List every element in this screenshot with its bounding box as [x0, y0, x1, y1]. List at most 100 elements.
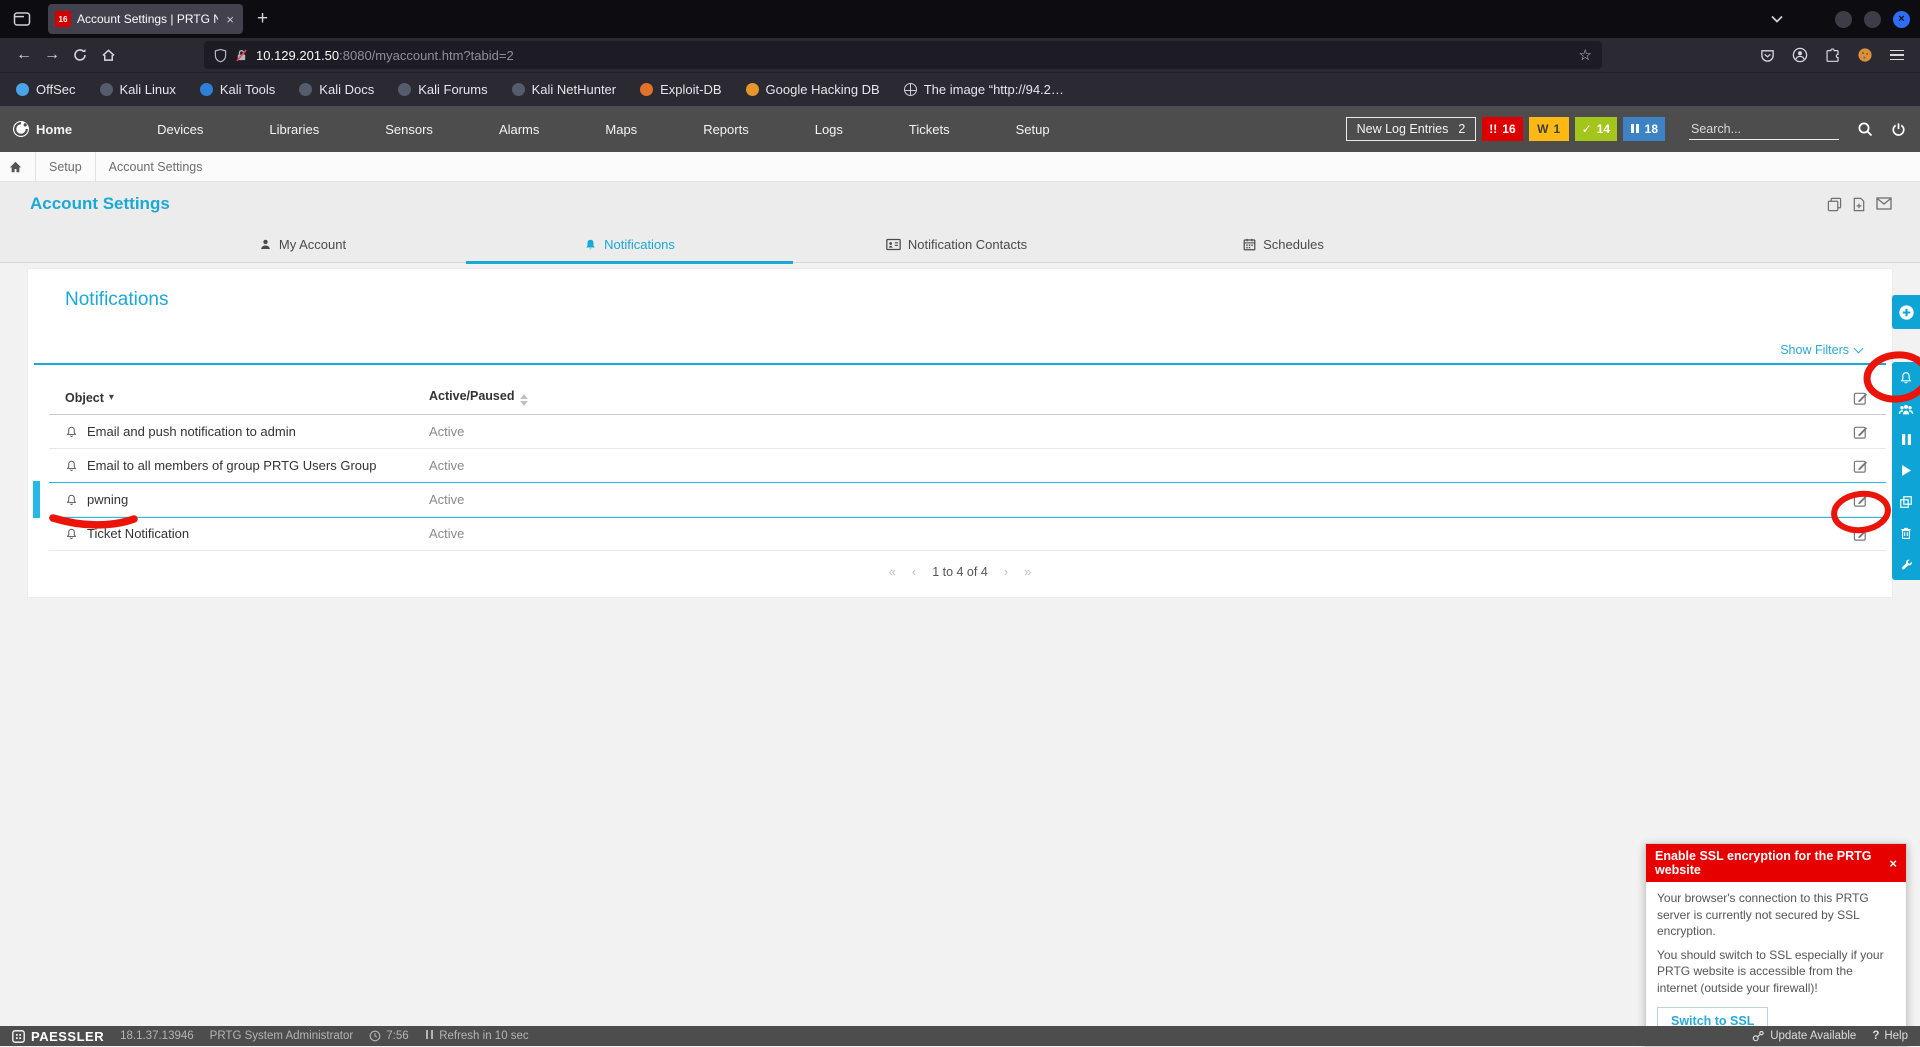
url-bar[interactable]: 10.129.201.50:8080/myaccount.htm?tabid=2…	[204, 41, 1602, 69]
version-label: 18.1.37.13946	[120, 1030, 194, 1042]
notification-name[interactable]: Email and push notification to admin	[87, 424, 296, 439]
pause-refresh-icon[interactable]	[425, 1030, 435, 1042]
nav-tickets[interactable]: Tickets	[876, 122, 983, 137]
search-box[interactable]	[1689, 119, 1839, 140]
nav-logs[interactable]: Logs	[782, 122, 876, 137]
new-log-entries-button[interactable]: New Log Entries2	[1346, 117, 1477, 141]
search-icon[interactable]	[1857, 121, 1873, 137]
column-active-paused[interactable]: Active/Paused	[429, 389, 528, 406]
notifications-bell-icon[interactable]	[1899, 371, 1913, 385]
paused-badge[interactable]: 18	[1623, 117, 1665, 141]
edit-icon[interactable]	[1853, 526, 1868, 541]
notification-name[interactable]: pwning	[87, 492, 128, 507]
nav-maps[interactable]: Maps	[572, 122, 670, 137]
server-time: 7:56	[369, 1030, 408, 1042]
list-all-tabs-icon[interactable]	[1771, 15, 1783, 23]
show-filters-link[interactable]: Show Filters	[1780, 343, 1862, 357]
accent-divider	[34, 363, 1886, 365]
play-icon[interactable]	[1901, 464, 1912, 477]
add-notification-button[interactable]	[1892, 295, 1920, 329]
bookmark-kali-forums[interactable]: Kali Forums	[398, 82, 487, 97]
bell-icon	[65, 527, 78, 541]
nav-home[interactable]: Home	[12, 120, 72, 138]
account-icon[interactable]	[1792, 47, 1808, 63]
nav-reports[interactable]: Reports	[670, 122, 782, 137]
paessler-logo[interactable]: PAESSLER	[12, 1029, 104, 1044]
bookmark-kali-docs[interactable]: Kali Docs	[299, 82, 374, 97]
logout-power-icon[interactable]	[1891, 122, 1906, 137]
nav-alarms[interactable]: Alarms	[466, 122, 572, 137]
bookmark-offsec[interactable]: OffSec	[16, 82, 76, 97]
delete-trash-icon[interactable]	[1900, 526, 1912, 540]
edit-icon[interactable]	[1853, 492, 1868, 507]
forward-icon[interactable]: →	[38, 41, 66, 69]
insecure-lock-icon[interactable]	[235, 48, 248, 63]
maximize-button[interactable]	[1864, 11, 1881, 28]
nav-libraries[interactable]: Libraries	[236, 122, 352, 137]
warnings-badge[interactable]: W 1	[1529, 117, 1569, 141]
edit-icon[interactable]	[1853, 458, 1868, 473]
ok-badge[interactable]: ✓ 14	[1575, 117, 1617, 141]
first-page-button[interactable]: «	[889, 564, 896, 579]
help-link[interactable]: ? Help	[1872, 1030, 1908, 1042]
bookmark-star-icon[interactable]: ☆	[1579, 46, 1592, 64]
tab-my-account[interactable]: My Account	[139, 226, 466, 263]
bookmark-kali-tools[interactable]: Kali Tools	[200, 82, 275, 97]
extensions-puzzle-icon[interactable]	[1825, 48, 1840, 63]
bookmark-google-hacking-db[interactable]: Google Hacking DB	[746, 82, 880, 97]
close-window-button[interactable]: ×	[1893, 11, 1910, 28]
back-icon[interactable]: ←	[10, 41, 38, 69]
column-object[interactable]: Object	[65, 391, 104, 405]
notification-name[interactable]: Email to all members of group PRTG Users…	[87, 458, 376, 473]
table-row[interactable]: Email to all members of group PRTG Users…	[49, 449, 1886, 483]
tab-notification-contacts[interactable]: Notification Contacts	[793, 226, 1120, 263]
clone-icon[interactable]	[1899, 495, 1913, 509]
nav-setup[interactable]: Setup	[983, 122, 1083, 137]
breadcrumb-account-settings[interactable]: Account Settings	[109, 160, 203, 174]
home-icon[interactable]	[94, 41, 122, 69]
close-tab-icon[interactable]: ×	[224, 12, 236, 27]
table-row[interactable]: Ticket Notification Active	[49, 517, 1886, 551]
menu-hamburger-icon[interactable]	[1890, 47, 1904, 64]
browser-tab[interactable]: 16 Account Settings | PRTG N ×	[48, 4, 243, 34]
minimize-button[interactable]	[1835, 11, 1852, 28]
last-page-button[interactable]: »	[1024, 564, 1031, 579]
update-available-link[interactable]: Update Available	[1752, 1030, 1856, 1042]
search-input[interactable]	[1689, 119, 1839, 139]
pause-icon[interactable]	[1901, 433, 1912, 446]
refresh-countdown[interactable]: Refresh in 10 sec	[425, 1030, 529, 1042]
breadcrumb-setup[interactable]: Setup	[49, 160, 82, 174]
file-add-icon[interactable]	[1852, 197, 1866, 212]
notification-name[interactable]: Ticket Notification	[87, 526, 189, 541]
bookmark-exploit-db[interactable]: Exploit-DB	[640, 82, 721, 97]
alarms-badge[interactable]: !! 16	[1482, 117, 1522, 141]
prev-page-button[interactable]: ‹	[912, 564, 916, 579]
next-page-button[interactable]: ›	[1004, 564, 1008, 579]
shield-icon[interactable]	[214, 48, 227, 63]
nav-devices[interactable]: Devices	[124, 122, 236, 137]
bookmark-kali-nethunter[interactable]: Kali NetHunter	[512, 82, 617, 97]
nav-sensors[interactable]: Sensors	[352, 122, 466, 137]
edit-icon[interactable]	[1853, 390, 1868, 405]
edit-icon[interactable]	[1853, 424, 1868, 439]
tab-schedules[interactable]: Schedules	[1120, 226, 1447, 263]
settings-wrench-icon[interactable]	[1900, 558, 1913, 571]
firefox-view-icon[interactable]	[8, 6, 36, 32]
table-row[interactable]: Email and push notification to admin Act…	[49, 415, 1886, 449]
new-tab-button[interactable]: +	[257, 8, 268, 30]
cookie-extension-icon[interactable]	[1857, 47, 1873, 63]
pocket-icon[interactable]	[1760, 48, 1775, 63]
copy-icon[interactable]	[1827, 197, 1842, 212]
bookmark-kali-linux[interactable]: Kali Linux	[100, 82, 176, 97]
bookmark-the-image[interactable]: The image “http://94.2…	[904, 82, 1064, 97]
mail-icon[interactable]	[1876, 197, 1892, 212]
table-row-pwning[interactable]: pwning Active	[49, 483, 1886, 517]
reload-icon[interactable]	[66, 41, 94, 69]
browser-tab-bar: 16 Account Settings | PRTG N × + ×	[0, 0, 1920, 38]
breadcrumb-home-icon[interactable]	[9, 161, 22, 173]
tab-title: Account Settings | PRTG N	[77, 12, 218, 26]
close-icon[interactable]: ×	[1889, 856, 1897, 871]
users-icon[interactable]	[1898, 403, 1914, 416]
ssl-message-1: Your browser's connection to this PRTG s…	[1657, 890, 1895, 940]
tab-notifications[interactable]: Notifications	[466, 226, 793, 263]
